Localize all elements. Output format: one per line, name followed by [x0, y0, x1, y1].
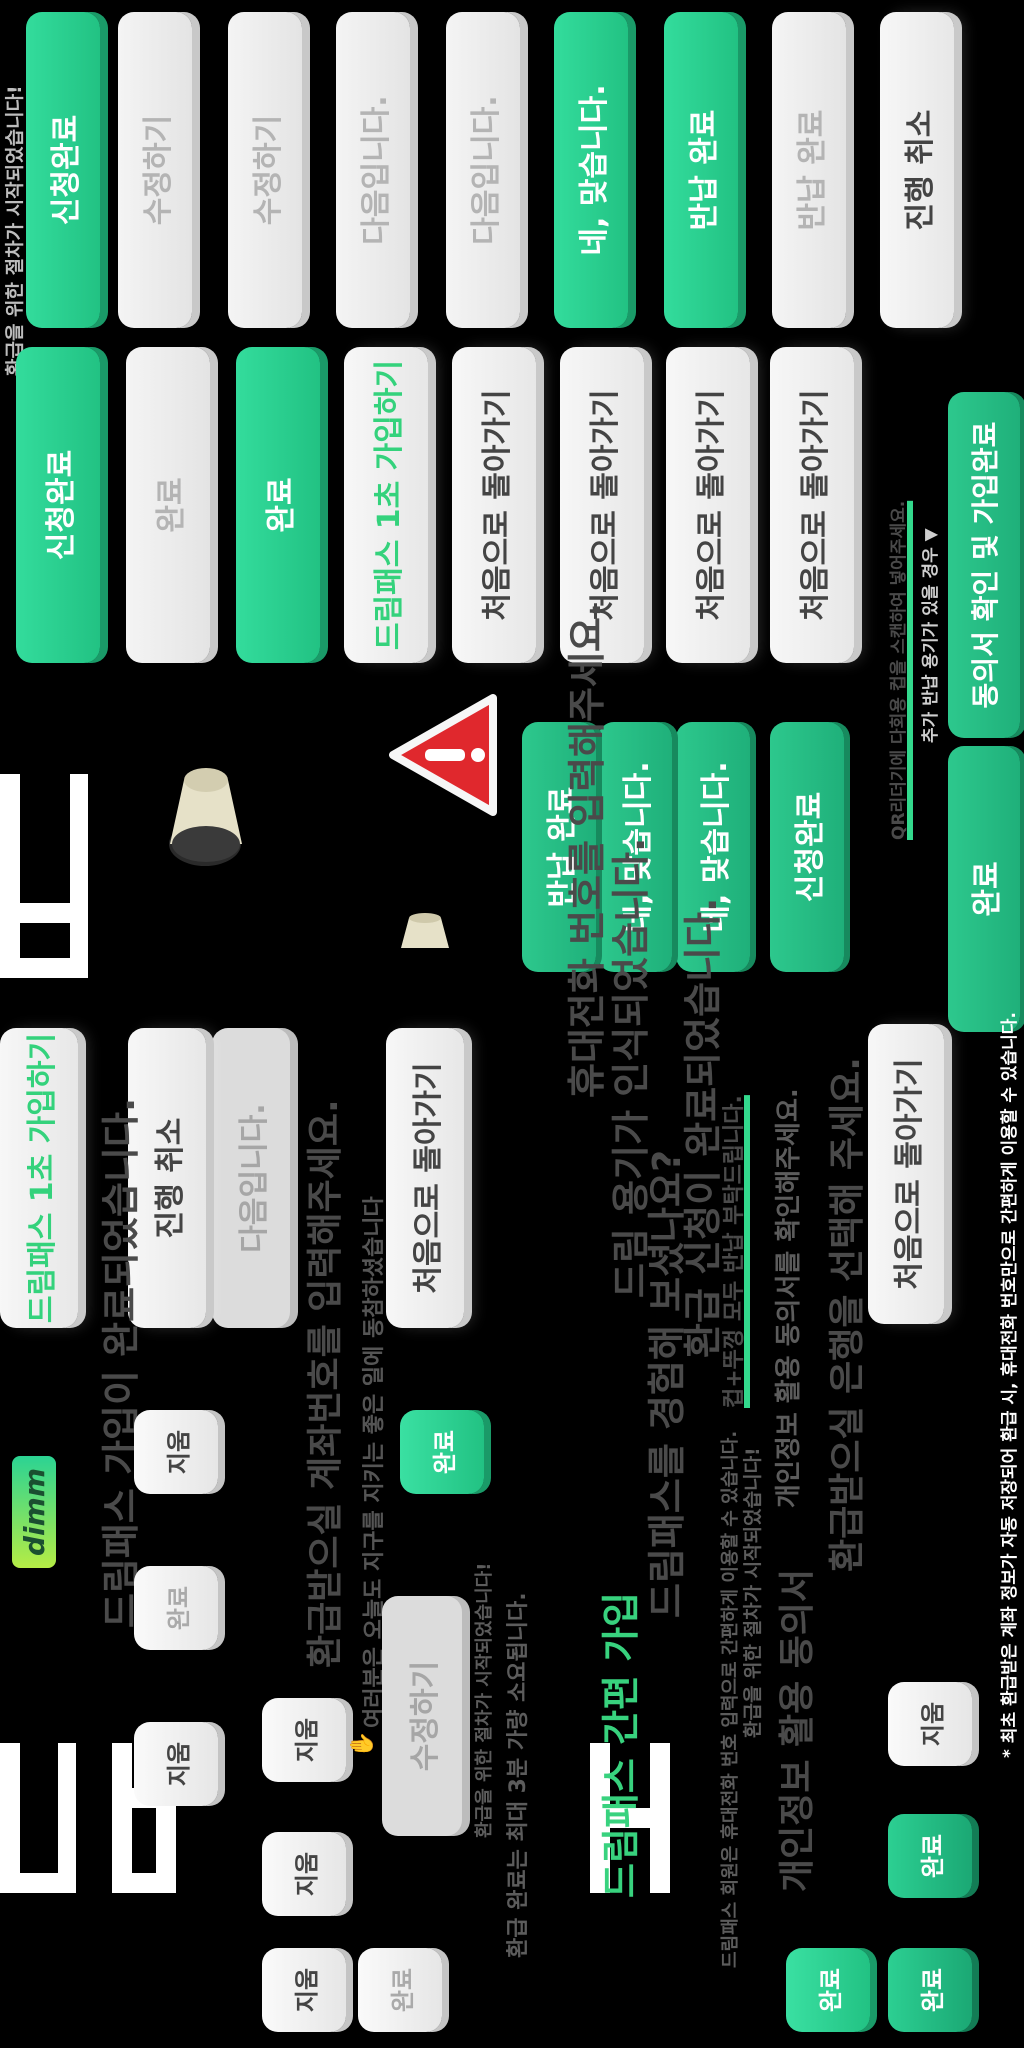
keypad-delete-6[interactable]: 지움	[888, 1682, 972, 1766]
refund-started-note-2: 환급을 위한 절차가 시작되었습니다!	[474, 1562, 495, 1838]
home-button-5[interactable]: 처음으로 돌아가기	[868, 1024, 944, 1324]
glyph-bar-1	[0, 774, 20, 978]
dreampass-member-note: 드림패스 회원은 휴대전화 번호 입력으로 간편하게 이용할 수 있습니다.	[720, 1430, 741, 1968]
glyph-bar-4	[20, 903, 70, 923]
glyph-bar-5	[0, 1743, 20, 1893]
dimm-logo: dimm	[12, 1456, 56, 1568]
keypad-complete-2[interactable]: 완료	[134, 1566, 218, 1650]
glyph-bar-7	[20, 1873, 58, 1893]
refund-started-text: 환급을 위한 절차가 시작되었습니다!	[742, 1447, 764, 1738]
keypad-delete-5[interactable]: 지움	[262, 1948, 346, 2032]
complete-button-disabled[interactable]: 완료	[126, 347, 210, 663]
refund-started-note: 환급을 위한 절차가 시작되었습니다!	[4, 85, 26, 376]
cup-icon	[169, 768, 242, 866]
keypad-delete-2[interactable]: 지움	[134, 1722, 218, 1806]
glyph-bar-8	[112, 1743, 132, 1893]
warning-icon	[389, 694, 497, 816]
refund-account-note: * 최초 환급받은 계좌 정보가 자동 저장되어 환급 시, 휴대전화 번호만으…	[1000, 1012, 1020, 1758]
refund-time-note: 환급 완료는 최대 3분 가량 소요됩니다.	[506, 1592, 531, 1958]
next-button-2[interactable]: 다음입니다.	[446, 12, 520, 328]
keypad-delete-1[interactable]: 지움	[134, 1410, 218, 1494]
enter-account-text: 환급받으실 계좌번호를 입력해주세요.	[305, 1099, 346, 1668]
dreampass-join-button[interactable]: 드림패스 1초 가입하기	[344, 347, 428, 663]
keypad-complete-1[interactable]: 완료	[400, 1410, 484, 1494]
check-consent-text: 개인정보 활용 동의서를 확인해주세요.	[774, 1088, 804, 1508]
yes-button[interactable]: 네, 맞습니다.	[554, 12, 628, 328]
extra-return-note: 추가 반납 용기가 있을 경우 ▼	[921, 528, 941, 743]
asset-sheet: 환급을 위한 절차가 시작되었습니다! 신청완료 수정하기 수정하기 다음입니다…	[0, 0, 1024, 2048]
logo-text: dimm	[17, 1468, 51, 1556]
keypad-delete-4[interactable]: 지움	[262, 1832, 346, 1916]
select-bank-text: 환급받으실 은행을 선택해 주세요.	[827, 1057, 868, 1572]
apply-done-button-2[interactable]: 신청완료	[16, 347, 100, 663]
keypad-complete-6[interactable]: 완료	[786, 1948, 870, 2032]
qr-scan-note: QR리더기에 다회용 컵을 스캔하여 넣어주세요.	[889, 500, 909, 840]
glyph-bar-10	[132, 1873, 156, 1893]
return-done-button[interactable]: 반납 완료	[664, 12, 738, 328]
glyph-bar-13	[650, 1743, 670, 1893]
consent-join-button[interactable]: 동의서 확인 및 가입완료	[948, 392, 1020, 738]
glyph-bar-6	[58, 1743, 76, 1893]
next-button[interactable]: 다음입니다.	[336, 12, 410, 328]
home-button-6[interactable]: 처음으로 돌아가기	[386, 1028, 464, 1328]
edit-button[interactable]: 수정하기	[118, 12, 192, 328]
enter-phone-line: 휴대전화 번호를 입력해주세요.	[565, 602, 609, 1098]
next-button-disabled[interactable]: 다음입니다.	[212, 1028, 290, 1328]
glyph-bar-3	[20, 958, 70, 978]
home-button[interactable]: 처음으로 돌아가기	[770, 347, 854, 663]
apply-done-button-3[interactable]: 신청완료	[770, 722, 844, 972]
glyph-bar-2	[70, 774, 88, 978]
complete-button[interactable]: 완료	[236, 347, 320, 663]
join-done-text: 드림패스 가입이 완료되었습니다.	[99, 1097, 143, 1628]
edit-button-2[interactable]: 수정하기	[228, 12, 302, 328]
home-button-2[interactable]: 처음으로 돌아가기	[666, 347, 750, 663]
home-button-4[interactable]: 처음으로 돌아가기	[452, 347, 536, 663]
small-cup-icon	[401, 913, 449, 948]
consent-title: 개인정보 활용 동의서	[777, 1568, 818, 1892]
keypad-complete-3[interactable]: 완료	[358, 1948, 442, 2032]
apply-done-button[interactable]: 신청완료	[26, 12, 100, 328]
keypad-delete-3[interactable]: 지움	[262, 1698, 346, 1782]
keypad-complete-5[interactable]: 완료	[888, 1948, 972, 2032]
hand-icon: ✋	[350, 1730, 375, 1758]
return-done-button-disabled[interactable]: 반납 완료	[772, 12, 846, 328]
complete-big-button[interactable]: 완료	[948, 746, 1020, 1032]
keypad-complete-4[interactable]: 완료	[888, 1814, 972, 1898]
dreampass-easy-join-line: 드림패스 간편 가입	[599, 1591, 643, 1898]
edit-button-disabled[interactable]: 수정하기	[382, 1596, 462, 1836]
cancel-button[interactable]: 진행 취소	[880, 12, 954, 328]
dreampass-join-button-2[interactable]: 드림패스 1초 가입하기	[0, 1028, 78, 1328]
